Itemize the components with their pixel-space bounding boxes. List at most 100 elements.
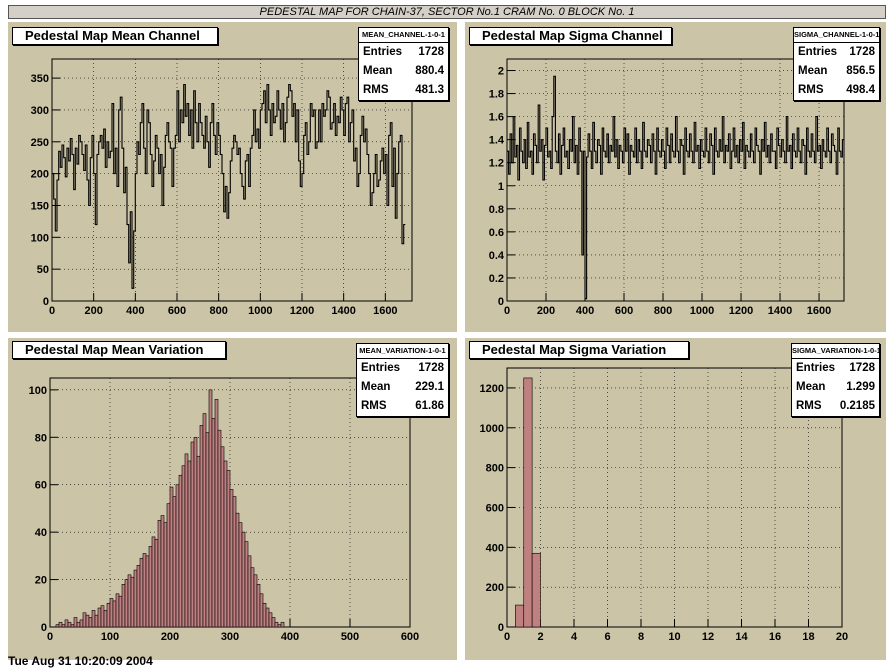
histogram-bar	[193, 436, 198, 628]
histogram-bar	[58, 621, 63, 628]
histogram-bar	[523, 377, 533, 628]
histogram-bar	[238, 522, 243, 628]
y-tick-label: 80	[35, 432, 47, 444]
histogram-bar	[277, 624, 282, 628]
plot-title: Pedestal Map Sigma Channel	[469, 27, 672, 45]
histogram-bar	[73, 617, 78, 628]
histogram-bar	[187, 460, 192, 628]
series-line	[52, 83, 406, 289]
histogram-bar	[196, 455, 201, 628]
histogram-bar	[226, 470, 231, 628]
x-tick-label: 16	[769, 631, 781, 643]
x-tick-label: 600	[168, 305, 186, 317]
stats-label: RMS	[798, 84, 824, 96]
histogram-bar	[133, 569, 138, 628]
histogram-bar	[166, 503, 171, 628]
y-tick-label: 0	[498, 296, 504, 308]
y-tick-label: 1200	[480, 383, 504, 395]
histogram-bar	[169, 486, 174, 628]
pad-mean-channel[interactable]: 0 200 400 600 800 1000 1200 1400 1600 0 50 100 150 20…	[8, 22, 457, 332]
histogram-bar	[244, 541, 249, 628]
stats-entries: 1728	[849, 46, 875, 58]
x-tick-label: 0	[49, 305, 55, 317]
histogram-bar	[85, 614, 90, 628]
stats-rms-row: RMS 0.2185	[792, 397, 879, 416]
stats-label: Mean	[363, 65, 393, 77]
stats-entries-row: Entries 1728	[794, 43, 879, 62]
histogram-bar	[265, 607, 270, 628]
histogram-bar	[67, 621, 72, 628]
x-tick-label: 600	[615, 305, 633, 317]
y-tick-label: 0.8	[489, 204, 504, 216]
histogram-bar	[190, 441, 195, 628]
histogram-bar	[106, 602, 111, 628]
x-tick-label: 1200	[729, 305, 753, 317]
x-tick-label: 10	[668, 631, 680, 643]
histogram-bar	[91, 610, 96, 628]
x-tick-label: 0	[504, 631, 510, 643]
stats-mean-row: Mean 856.5	[794, 62, 879, 81]
plot-title: Pedestal Map Sigma Variation	[469, 341, 689, 359]
y-tick-label: 0	[498, 622, 504, 634]
stats-rms: 61.86	[415, 400, 444, 412]
histogram-bar	[109, 598, 114, 628]
histogram-bar	[271, 617, 276, 628]
histogram-bar	[280, 621, 285, 628]
y-tick-label: 1.4	[489, 135, 505, 147]
histogram-bar	[214, 399, 219, 628]
plot-title: Pedestal Map Mean Variation	[12, 341, 226, 359]
histogram-bar	[76, 621, 81, 628]
x-tick-label: 100	[101, 631, 119, 643]
x-tick-label: 18	[802, 631, 814, 643]
y-tick-label: 600	[486, 502, 504, 514]
x-tick-label: 400	[126, 305, 144, 317]
histogram-bar	[64, 619, 69, 628]
histogram-bar	[70, 624, 75, 628]
stats-name: MEAN_CHANNEL-1-0-1	[359, 28, 448, 43]
y-tick-label: 1.8	[489, 89, 504, 101]
y-tick-label: 1.6	[489, 112, 504, 124]
y-tick-label: 0.2	[489, 273, 504, 285]
stats-label: Entries	[796, 362, 835, 374]
y-tick-label: 60	[35, 480, 47, 492]
histogram-bar	[268, 612, 273, 628]
x-tick-label: 14	[735, 631, 748, 643]
histogram-bar	[130, 576, 135, 628]
y-tick-label: 400	[486, 542, 504, 554]
histogram-bar	[259, 593, 264, 628]
histogram-bar	[172, 496, 177, 628]
pad-mean-variation[interactable]: 0 100 200 300 400 500 600 0 20 40 60 80 100 Pedestal…	[8, 338, 457, 660]
x-tick-label: 2	[537, 631, 543, 643]
stats-mean: 880.4	[415, 65, 444, 77]
histogram-bar	[79, 619, 84, 628]
histogram-bar	[55, 624, 60, 628]
histogram-bar	[160, 515, 165, 628]
x-tick-label: 1600	[807, 305, 831, 317]
histogram-bar	[103, 610, 108, 628]
pad-sigma-variation[interactable]: 0 2 4 6 8 10 12 14 16 18 20 0 200 400 600 800 1000 1200 P…	[465, 338, 886, 660]
stats-mean: 856.5	[846, 65, 875, 77]
histogram-bar	[139, 557, 144, 628]
histogram-bar	[229, 489, 234, 628]
stats-label: Mean	[796, 381, 826, 393]
histogram-bar	[112, 600, 117, 628]
histogram-bar	[124, 579, 129, 628]
x-tick-label: 500	[341, 631, 359, 643]
histogram-bar	[175, 484, 180, 628]
stats-entries-row: Entries 1728	[359, 43, 448, 62]
histogram-bar	[157, 519, 162, 628]
stats-entries: 1728	[418, 46, 444, 58]
y-tick-label: 0	[43, 296, 49, 308]
histogram-bar	[136, 565, 141, 628]
stats-mean: 1.299	[846, 381, 875, 393]
y-tick-label: 150	[31, 200, 49, 212]
stats-label: Entries	[798, 46, 837, 58]
series-group	[507, 75, 844, 300]
histogram-bar	[178, 474, 183, 628]
y-tick-label: 100	[29, 385, 47, 397]
stats-name: SIGMA_VARIATION-1-0-1	[792, 344, 879, 359]
x-tick-label: 6	[604, 631, 610, 643]
histogram-bar	[121, 584, 126, 628]
pad-sigma-channel[interactable]: 0 200 400 600 800 1000 1200 1400 1600 0 0.2 0.4 0.6 0…	[465, 22, 886, 332]
histogram-bar	[274, 621, 279, 628]
